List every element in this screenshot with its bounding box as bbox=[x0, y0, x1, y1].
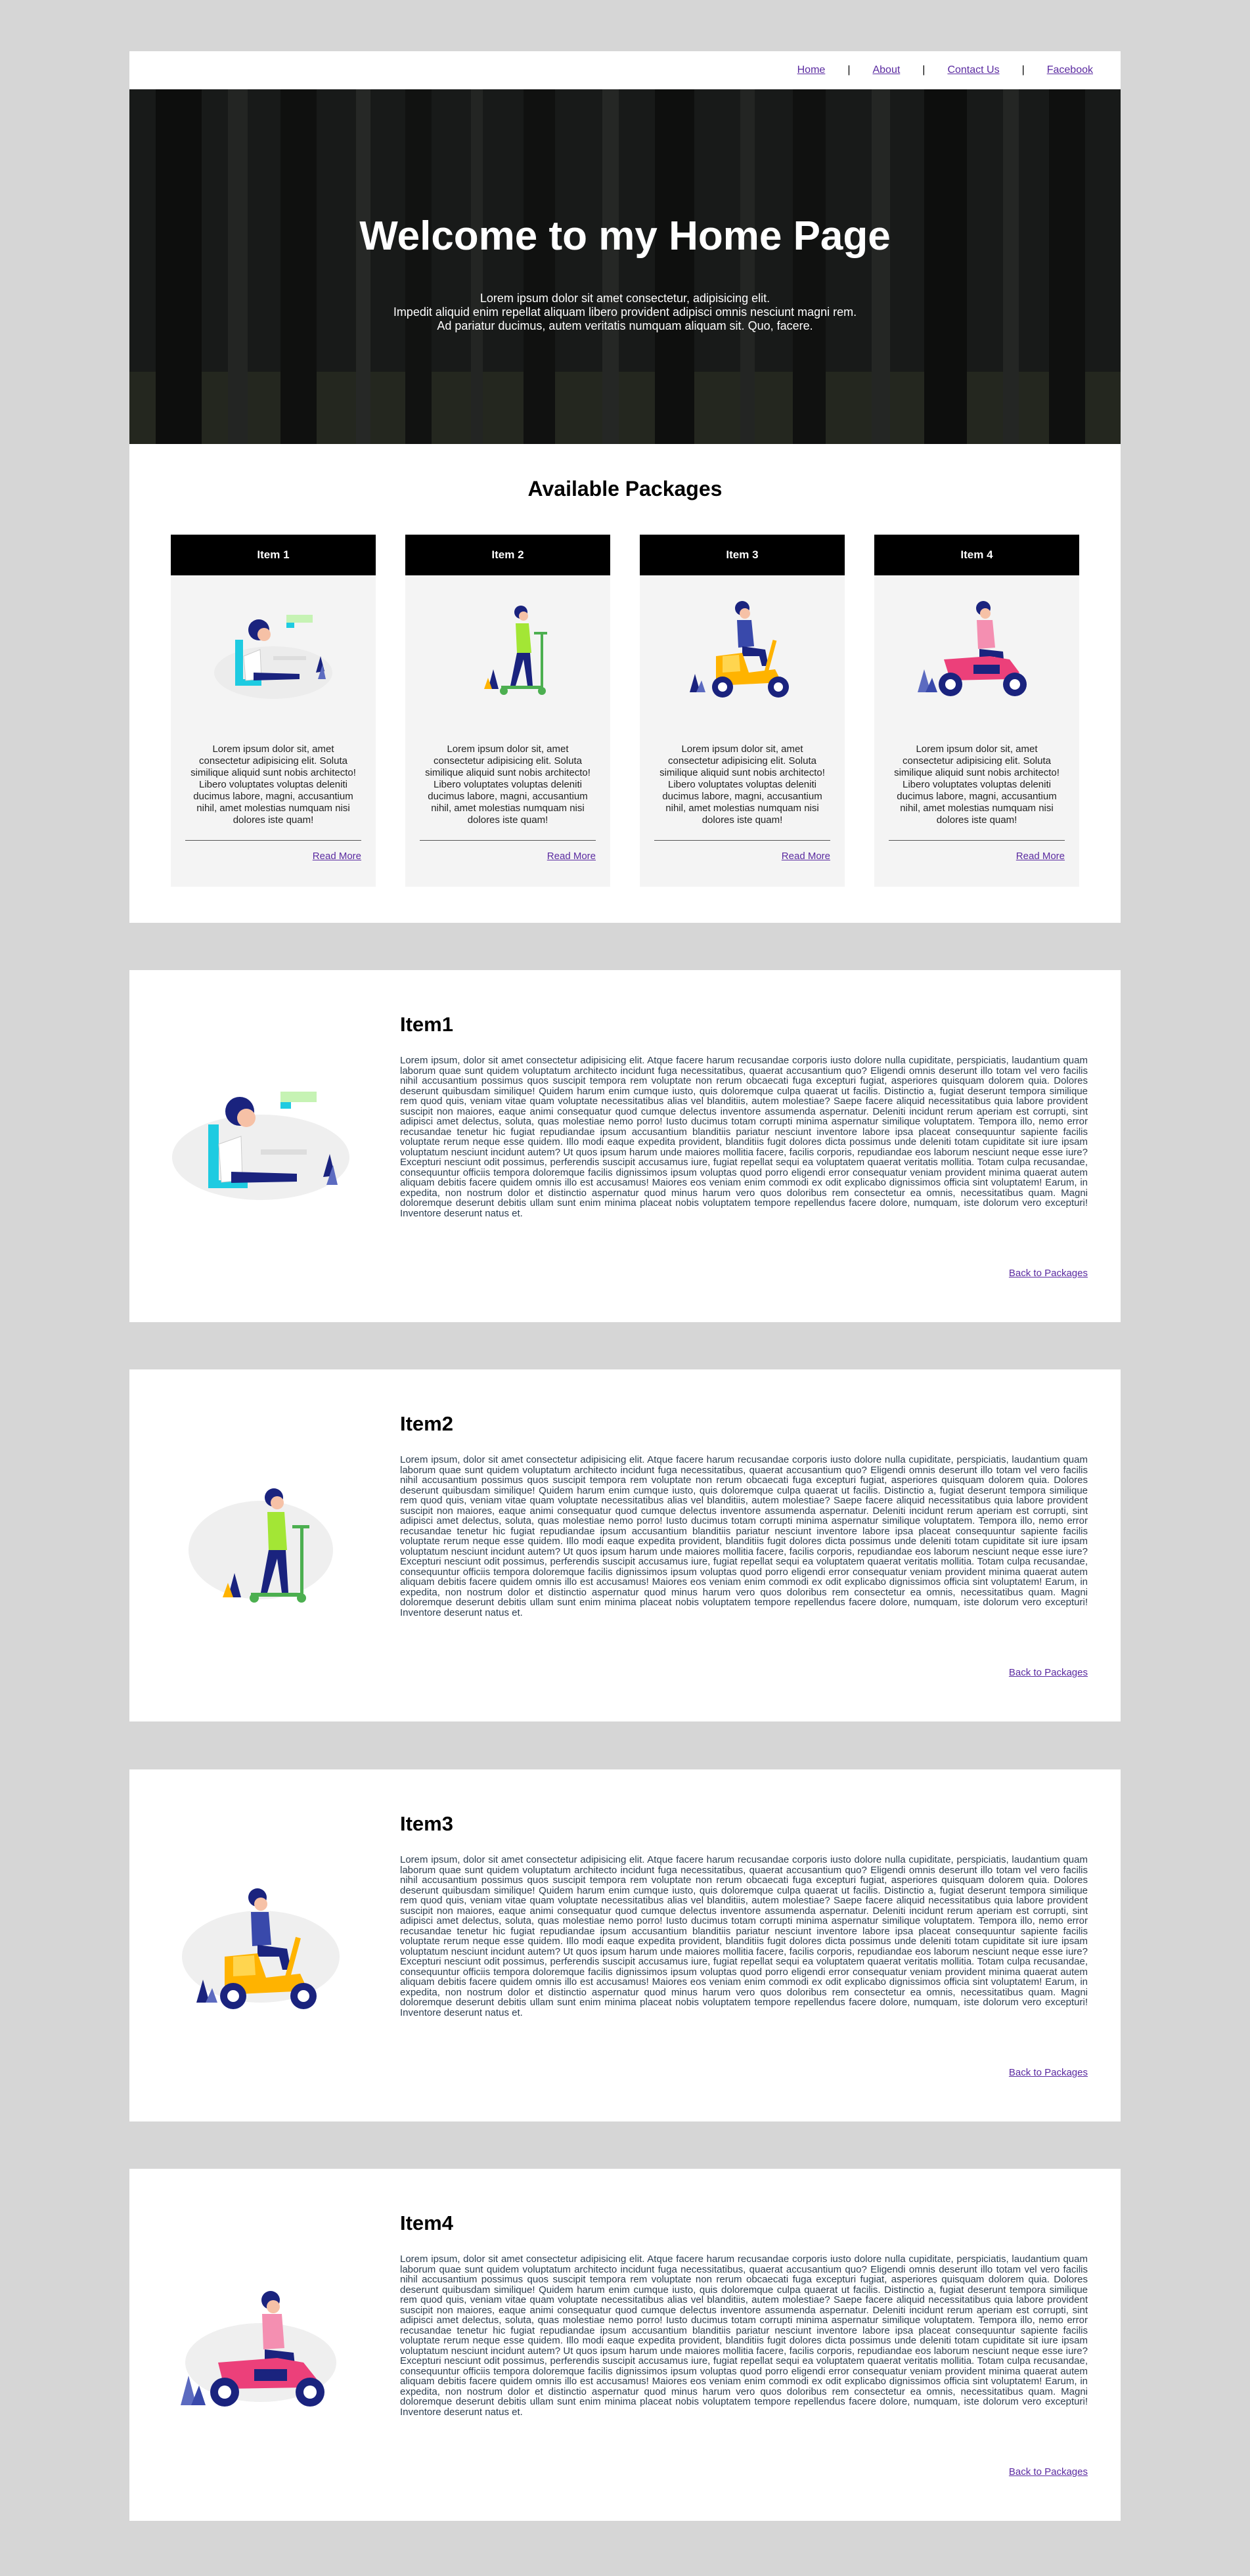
item-detail-section: Item1 Lorem ipsum, dolor sit amet consec… bbox=[129, 970, 1121, 1322]
card-divider bbox=[185, 840, 361, 841]
card-divider bbox=[420, 840, 596, 841]
yellow-scooter-icon bbox=[182, 1888, 340, 2009]
back-to-packages-link[interactable]: Back to Packages bbox=[1009, 2466, 1088, 2477]
card-description: Lorem ipsum dolor sit, amet consectetur … bbox=[425, 744, 591, 826]
package-card: Item 1 Lorem ipsum dolor sit, amet conse… bbox=[171, 535, 376, 887]
nav-about-link[interactable]: About bbox=[872, 64, 900, 76]
detail-body: Lorem ipsum, dolor sit amet consectetur … bbox=[400, 1854, 1088, 2018]
package-cards: Item 1 Lorem ipsum dolor sit, amet conse… bbox=[171, 535, 1079, 887]
pink-motorbike-icon bbox=[918, 601, 1027, 696]
card-divider bbox=[889, 840, 1065, 841]
person-at-desk-icon bbox=[172, 1092, 349, 1200]
kick-scooter-icon bbox=[484, 606, 547, 695]
package-card: Item 2 Lorem ipsum dolor sit, amet conse… bbox=[405, 535, 610, 887]
hero-line: Ad pariatur ducimus, autem veritatis num… bbox=[437, 319, 813, 333]
kick-scooter-icon bbox=[189, 1488, 333, 1603]
detail-title: Item1 bbox=[400, 1013, 453, 1036]
read-more-link[interactable]: Read More bbox=[782, 851, 830, 862]
detail-title: Item4 bbox=[400, 2211, 453, 2234]
nav-home-link[interactable]: Home bbox=[797, 64, 826, 76]
package-card: Item 4 Lorem ipsum dolor sit, amet conse… bbox=[874, 535, 1079, 887]
hero-line: Lorem ipsum dolor sit amet consectetur, … bbox=[480, 292, 770, 305]
card-title: Item 3 bbox=[640, 535, 845, 575]
card-title: Item 2 bbox=[405, 535, 610, 575]
detail-body: Lorem ipsum, dolor sit amet consectetur … bbox=[400, 1454, 1088, 1618]
hero-line: Impedit aliquid enim repellat aliquam li… bbox=[393, 305, 857, 319]
card-title: Item 4 bbox=[874, 535, 1079, 575]
card-title: Item 1 bbox=[171, 535, 376, 575]
card-description: Lorem ipsum dolor sit, amet consectetur … bbox=[894, 744, 1060, 826]
card-description: Lorem ipsum dolor sit, amet consectetur … bbox=[659, 744, 825, 826]
hero-text: Welcome to my Home Page Lorem ipsum dolo… bbox=[129, 213, 1121, 333]
hero-banner: Welcome to my Home Page Lorem ipsum dolo… bbox=[129, 89, 1121, 444]
read-more-link[interactable]: Read More bbox=[1016, 851, 1065, 862]
yellow-scooter-icon bbox=[690, 601, 789, 698]
packages-heading: Available Packages bbox=[527, 477, 723, 500]
home-section: Home | About | Contact Us | Facebook Wel… bbox=[129, 51, 1121, 923]
back-to-packages-link[interactable]: Back to Packages bbox=[1009, 2067, 1088, 2078]
read-more-link[interactable]: Read More bbox=[313, 851, 361, 862]
card-divider bbox=[654, 840, 830, 841]
back-to-packages-link[interactable]: Back to Packages bbox=[1009, 1268, 1088, 1279]
read-more-link[interactable]: Read More bbox=[547, 851, 596, 862]
nav-separator: | bbox=[922, 64, 926, 76]
hero-subtitle: Lorem ipsum dolor sit amet consectetur, … bbox=[129, 292, 1121, 333]
hero-title: Welcome to my Home Page bbox=[359, 213, 891, 259]
pink-motorbike-icon bbox=[181, 2291, 336, 2407]
nav-facebook-link[interactable]: Facebook bbox=[1047, 64, 1093, 76]
back-to-packages-link[interactable]: Back to Packages bbox=[1009, 1667, 1088, 1678]
detail-title: Item2 bbox=[400, 1412, 453, 1435]
item-detail-section: Item3 Lorem ipsum, dolor sit amet consec… bbox=[129, 1769, 1121, 2121]
nav-separator: | bbox=[1021, 64, 1025, 76]
top-nav: Home | About | Contact Us | Facebook bbox=[129, 51, 1121, 89]
card-description: Lorem ipsum dolor sit, amet consectetur … bbox=[190, 744, 356, 826]
detail-body: Lorem ipsum, dolor sit amet consectetur … bbox=[400, 2254, 1088, 2418]
nav-separator: | bbox=[847, 64, 851, 76]
detail-title: Item3 bbox=[400, 1812, 453, 1835]
item-detail-section: Item4 Lorem ipsum, dolor sit amet consec… bbox=[129, 2169, 1121, 2521]
item-detail-section: Item2 Lorem ipsum, dolor sit amet consec… bbox=[129, 1369, 1121, 1721]
person-at-desk-icon bbox=[214, 615, 332, 699]
detail-body: Lorem ipsum, dolor sit amet consectetur … bbox=[400, 1055, 1088, 1219]
package-card: Item 3 Lorem ipsum dolor sit, amet conse… bbox=[640, 535, 845, 887]
nav-contact-link[interactable]: Contact Us bbox=[947, 64, 999, 76]
